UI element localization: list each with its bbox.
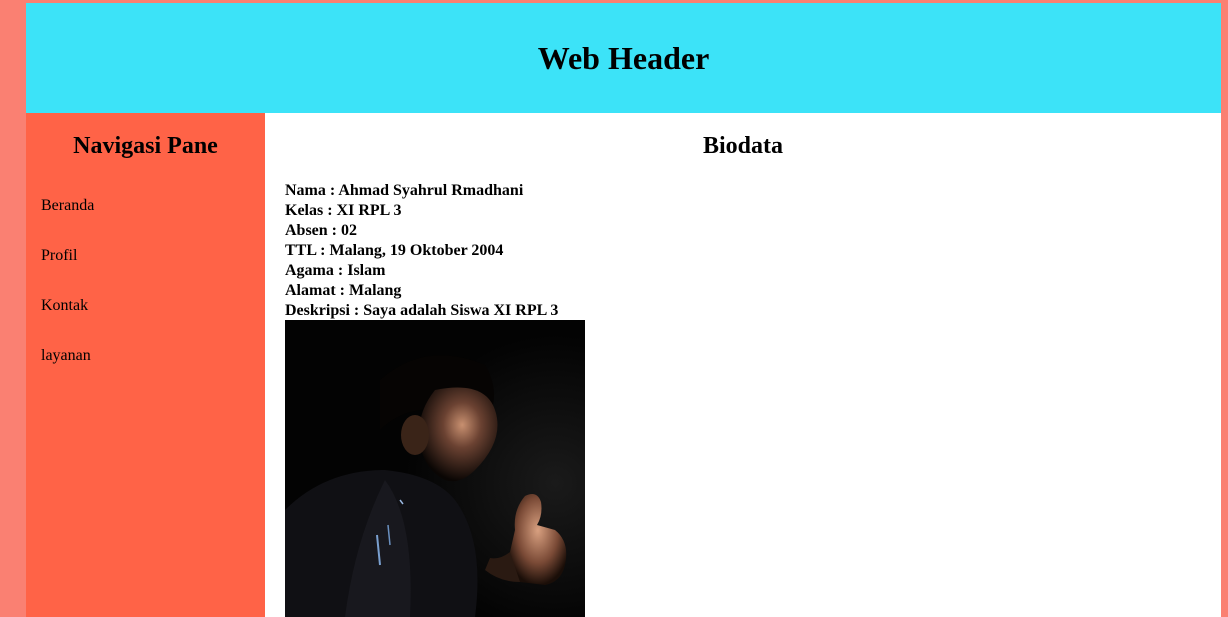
sidebar-title: Navigasi Pane [73, 133, 218, 159]
profile-photo [285, 320, 585, 617]
nav-item-layanan[interactable]: layanan [41, 347, 94, 397]
bio-field-kelas: Kelas : XI RPL 3 [285, 202, 402, 219]
nav-item-beranda[interactable]: Beranda [41, 197, 94, 247]
main-content: Biodata Nama : Ahmad Syahrul Rmadhani Ke… [265, 113, 1221, 617]
bio-field-absen: Absen : 02 [285, 222, 358, 239]
navigation-pane: Navigasi Pane Beranda Profil Kontak laya… [26, 113, 265, 617]
content-title: Biodata [702, 133, 783, 159]
web-header: Web Header [26, 3, 1221, 113]
bio-field-alamat: Alamat : Malang [285, 282, 402, 299]
bio-field-deskripsi: Deskripsi : Saya adalah Siswa XI RPL 3 [285, 302, 559, 319]
bio-field-ttl: TTL : Malang, 19 Oktober 2004 [285, 242, 504, 259]
biodata-list: Nama : Ahmad Syahrul Rmadhani Kelas : XI… [285, 181, 558, 321]
nav-item-kontak[interactable]: Kontak [41, 297, 94, 347]
header-title: Web Header [537, 39, 710, 76]
bio-field-agama: Agama : Islam [285, 262, 386, 279]
nav-item-profil[interactable]: Profil [41, 247, 94, 297]
nav-list: Beranda Profil Kontak layanan [41, 197, 94, 397]
page-container: Web Header Navigasi Pane Beranda Profil … [26, 3, 1221, 617]
bio-field-nama: Nama : Ahmad Syahrul Rmadhani [285, 182, 524, 199]
profile-photo-graphic [285, 320, 585, 617]
